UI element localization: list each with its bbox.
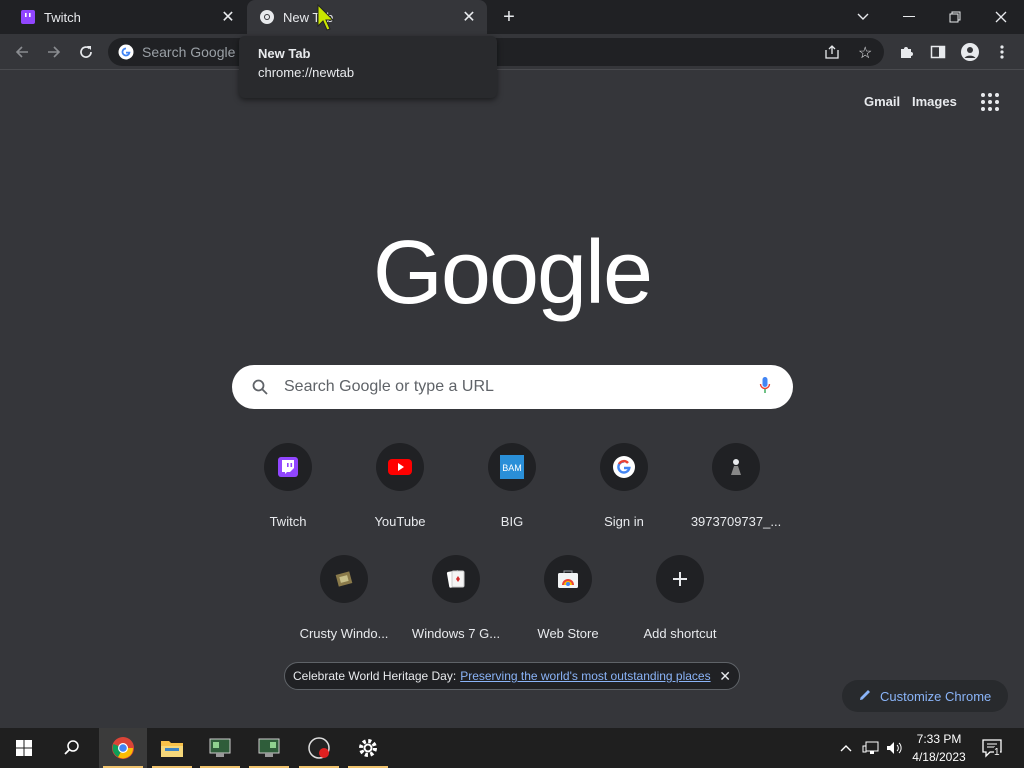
tooltip-title: New Tab xyxy=(258,46,311,61)
app-monitor-2-icon[interactable] xyxy=(245,728,293,768)
close-tab-icon[interactable]: ✕ xyxy=(459,7,479,27)
windows-taskbar: 7:33 PM 4/18/2023 1 xyxy=(0,728,1024,768)
close-tab-icon[interactable]: ✕ xyxy=(218,7,238,27)
shortcut-label: Web Store xyxy=(537,626,599,641)
plus-icon xyxy=(656,555,704,603)
shortcut-label: Add shortcut xyxy=(643,626,717,641)
reload-icon[interactable] xyxy=(72,38,100,66)
shortcut-label: Sign in xyxy=(604,514,644,529)
back-arrow-icon[interactable] xyxy=(8,38,36,66)
svg-text:BAM: BAM xyxy=(502,463,522,473)
toolbar: Search Google or type a URL ☆ xyxy=(0,34,1024,70)
shortcut-label: YouTube xyxy=(374,514,426,529)
tab-hover-tooltip: New Tab chrome://newtab xyxy=(239,36,497,98)
crusty-icon xyxy=(320,555,368,603)
clock-time: 7:33 PM xyxy=(916,732,962,746)
tooltip-url: chrome://newtab xyxy=(258,65,355,80)
tab-search-chevron-icon[interactable] xyxy=(840,0,886,34)
notifications-count: 1 xyxy=(994,747,1000,758)
banner-link[interactable]: Preserving the world's most outstanding … xyxy=(460,669,710,683)
menu-kebab-icon[interactable] xyxy=(988,38,1016,66)
shortcut-crusty-windows[interactable]: Crusty Windo... xyxy=(288,539,400,651)
search-icon xyxy=(252,379,268,400)
shortcut-label: 3973709737_... xyxy=(690,514,782,529)
shortcut-label: BIG xyxy=(500,514,524,529)
file-explorer-icon[interactable] xyxy=(148,728,196,768)
app-monitor-icon[interactable] xyxy=(196,728,244,768)
customize-chrome-label: Customize Chrome xyxy=(880,688,992,704)
minimize-icon[interactable] xyxy=(886,0,932,34)
shortcut-windows-7-games[interactable]: Windows 7 G... xyxy=(400,539,512,651)
tab-new-tab[interactable]: New Tab ✕ xyxy=(247,0,487,34)
search-box[interactable]: Search Google or type a URL xyxy=(232,365,793,409)
shortcut-label: Crusty Windo... xyxy=(299,626,389,641)
tab-strip: Twitch ✕ New Tab ✕ + xyxy=(0,0,1024,34)
shortcut-youtube[interactable]: YouTube xyxy=(344,427,456,539)
pencil-icon xyxy=(858,688,872,705)
close-banner-icon[interactable]: ✕ xyxy=(719,668,731,685)
microphone-icon[interactable] xyxy=(759,376,771,399)
clock-date: 4/18/2023 xyxy=(912,750,966,764)
extensions-puzzle-icon[interactable] xyxy=(892,38,920,66)
windows-start-icon[interactable] xyxy=(0,728,48,768)
system-clock[interactable]: 7:33 PM 4/18/2023 xyxy=(908,730,970,766)
chrome-taskbar-icon[interactable] xyxy=(99,728,147,768)
restore-icon[interactable] xyxy=(932,0,978,34)
share-icon[interactable] xyxy=(824,44,840,65)
twitch-icon xyxy=(264,443,312,491)
tray-chevron-up-icon[interactable] xyxy=(840,728,852,768)
bookmark-star-icon[interactable]: ☆ xyxy=(858,43,872,63)
close-window-icon[interactable] xyxy=(978,0,1024,34)
add-shortcut-button[interactable]: Add shortcut xyxy=(624,539,736,651)
shortcut-twitch[interactable]: Twitch xyxy=(232,427,344,539)
shortcut-big[interactable]: BAM BIG xyxy=(456,427,568,539)
apps-grid-icon[interactable] xyxy=(980,92,1000,117)
forward-arrow-icon[interactable] xyxy=(40,38,68,66)
figure-icon xyxy=(712,443,760,491)
mouse-cursor-icon xyxy=(317,3,335,37)
obs-record-icon[interactable] xyxy=(295,728,343,768)
shortcut-sign-in[interactable]: Sign in xyxy=(568,427,680,539)
twitch-favicon-icon xyxy=(20,9,36,25)
webstore-icon xyxy=(544,555,592,603)
chrome-favicon-icon xyxy=(259,9,275,25)
search-taskbar-icon[interactable] xyxy=(48,728,96,768)
shortcut-web-store[interactable]: Web Store xyxy=(512,539,624,651)
youtube-icon xyxy=(376,443,424,491)
settings-gear-icon[interactable] xyxy=(344,728,392,768)
volume-icon[interactable] xyxy=(886,728,904,768)
notifications-icon[interactable]: 1 xyxy=(982,728,1002,768)
tab-title: Twitch xyxy=(44,9,81,25)
google-logo: Google xyxy=(372,223,653,323)
google-g-icon xyxy=(118,44,134,65)
tab-title: New Tab xyxy=(283,9,334,25)
doodle-promo-banner: Celebrate World Heritage Day: Preserving… xyxy=(284,662,740,690)
profile-avatar-icon[interactable] xyxy=(956,38,984,66)
new-tab-plus-icon[interactable]: + xyxy=(496,4,522,30)
side-panel-icon[interactable] xyxy=(924,38,952,66)
bam-icon: BAM xyxy=(488,443,536,491)
google-g-icon xyxy=(600,443,648,491)
cards-icon xyxy=(432,555,480,603)
images-link[interactable]: Images xyxy=(912,94,957,109)
search-placeholder: Search Google or type a URL xyxy=(284,378,494,395)
gmail-link[interactable]: Gmail xyxy=(864,94,900,109)
shortcut-label: Windows 7 G... xyxy=(411,626,501,641)
shortcut-label: Twitch xyxy=(269,514,307,529)
banner-lead-text: Celebrate World Heritage Day: xyxy=(293,669,457,683)
network-icon[interactable] xyxy=(862,728,880,768)
shortcut-3973709737[interactable]: 3973709737_... xyxy=(680,427,792,539)
customize-chrome-button[interactable]: Customize Chrome xyxy=(842,680,1008,712)
tab-twitch[interactable]: Twitch ✕ xyxy=(0,0,246,34)
